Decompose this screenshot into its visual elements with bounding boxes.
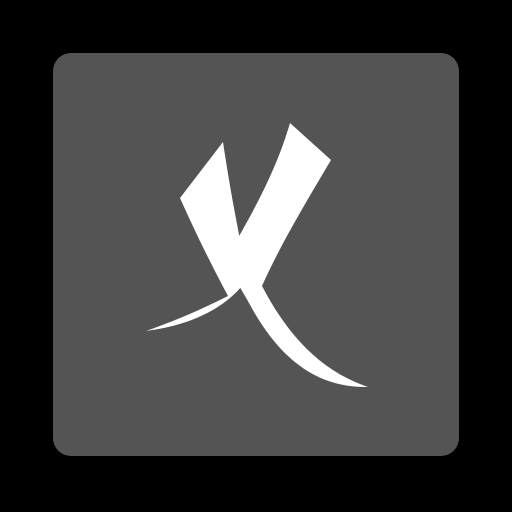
x-swoosh-logo-icon [0, 0, 512, 512]
logo-left-stroke [146, 142, 248, 331]
app-icon[interactable] [0, 0, 512, 512]
logo-right-stroke [224, 123, 368, 388]
